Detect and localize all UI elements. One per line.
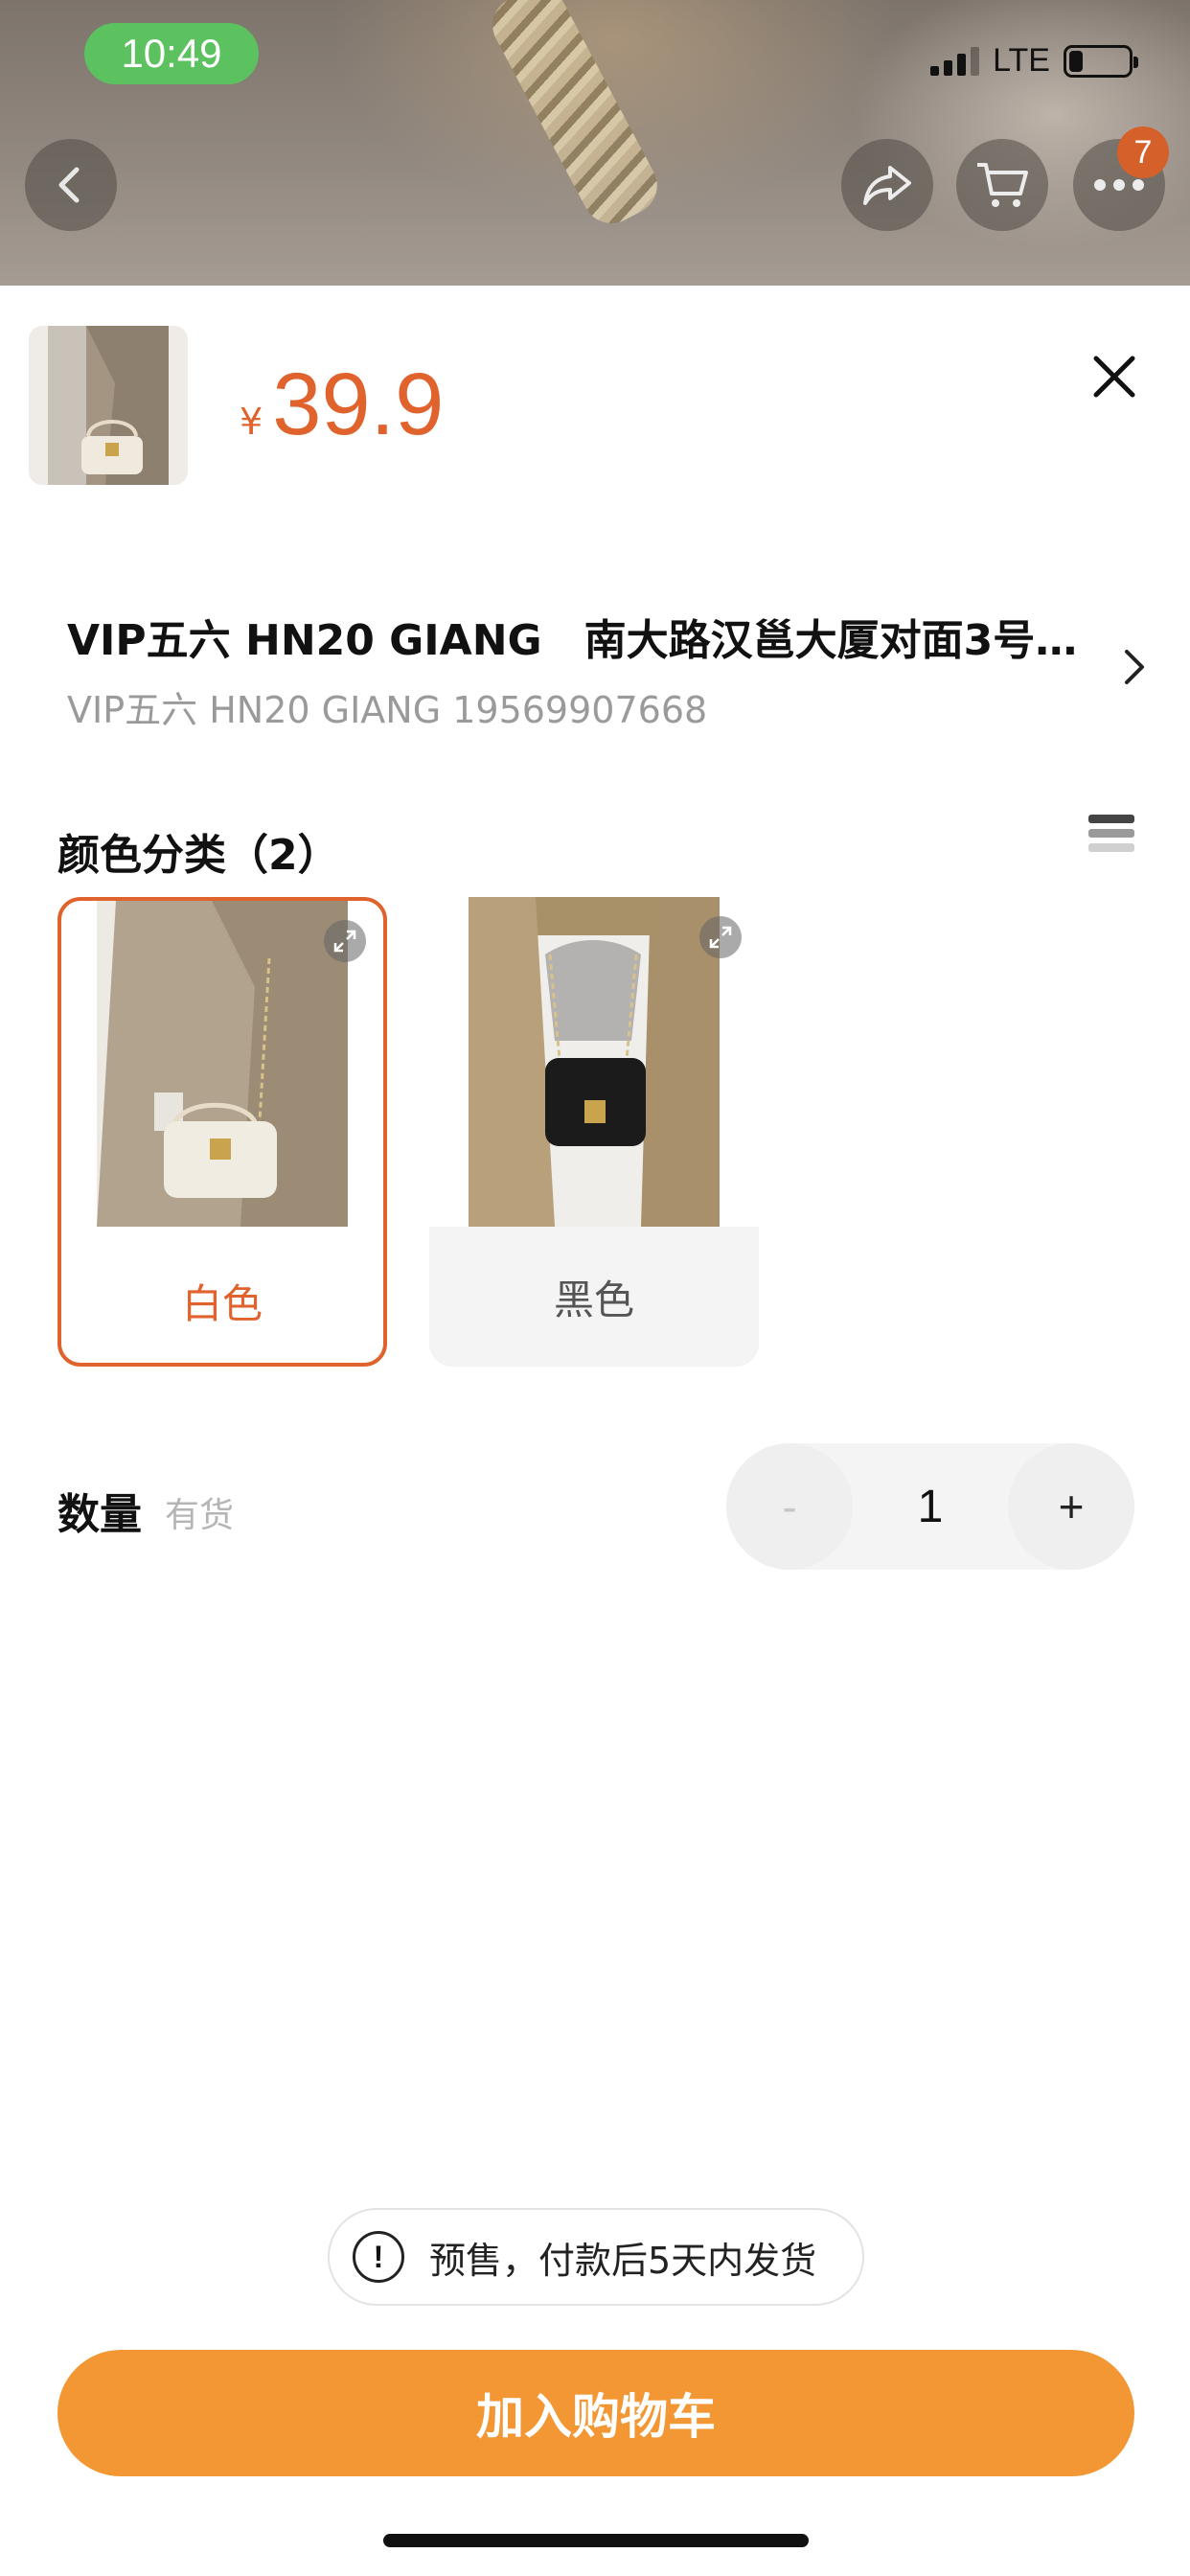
address-line-2: VIP五六 HN20 GIANG 19569907668 [67, 689, 708, 731]
signal-icon [930, 46, 980, 76]
variant-option-white[interactable]: 白色 [57, 897, 387, 1367]
back-button[interactable] [25, 139, 117, 231]
chevron-left-icon [58, 167, 80, 203]
add-to-cart-button[interactable]: 加入购物车 [57, 2350, 1134, 2476]
price: ¥ 39.9 [240, 355, 444, 455]
cart-count-badge: 7 [1117, 126, 1169, 178]
currency-symbol: ¥ [240, 401, 263, 443]
share-icon [863, 166, 911, 205]
product-thumbnail[interactable] [29, 326, 188, 485]
presale-notice-text: 预售，付款后5天内发货 [429, 2239, 817, 2282]
battery-icon [1064, 44, 1138, 78]
decrement-button[interactable]: - [726, 1443, 853, 1570]
exclamation-icon: ! [353, 2231, 404, 2283]
expand-icon[interactable] [324, 920, 366, 962]
list-view-icon[interactable] [1088, 815, 1134, 861]
network-label: LTE [993, 42, 1050, 79]
quantity-value[interactable]: 1 [853, 1443, 1008, 1570]
address-line-1: VIP五六 HN20 GIANG 南大路汉邕大厦对面3号… [67, 616, 1078, 665]
cart-icon [977, 163, 1028, 207]
chevron-right-icon[interactable] [1121, 646, 1148, 688]
variant-label-black: 黑色 [429, 1227, 759, 1367]
address-selector[interactable]: VIP五六 HN20 GIANG 南大路汉邕大厦对面3号… VIP五六 HN20… [67, 606, 1092, 733]
expand-icon[interactable] [699, 916, 742, 958]
stock-status: 有货 [165, 1496, 235, 1535]
quantity-label: 数量 [57, 1490, 142, 1539]
presale-notice: ! 预售，付款后5天内发货 [328, 2208, 864, 2306]
status-time: 10:49 [84, 23, 259, 84]
variant-section-title: 颜色分类（2） [57, 831, 340, 880]
product-thumbnail-image [48, 326, 169, 485]
variant-label-white: 白色 [181, 1279, 263, 1327]
increment-button[interactable]: + [1008, 1443, 1134, 1570]
more-dots-icon [1094, 179, 1144, 191]
share-button[interactable] [841, 139, 933, 231]
variant-option-black[interactable]: 黑色 [429, 897, 759, 1367]
quantity-stepper: - 1 + [726, 1443, 1134, 1570]
cart-button[interactable] [956, 139, 1048, 231]
status-bar-right: LTE [930, 42, 1138, 80]
home-indicator[interactable] [383, 2534, 809, 2547]
chain-decoration [482, 0, 668, 234]
close-icon[interactable] [1088, 351, 1140, 402]
price-value: 39.9 [272, 356, 445, 453]
